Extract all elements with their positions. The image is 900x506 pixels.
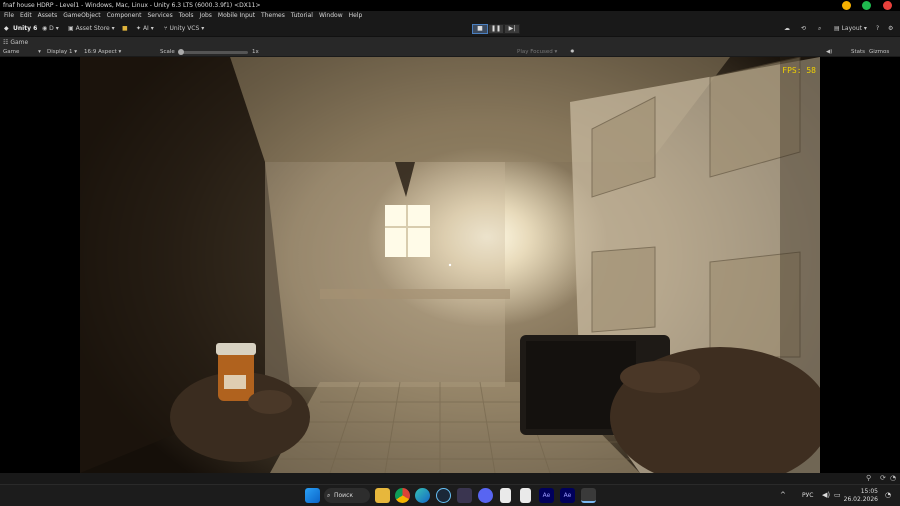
gamepad-icon: ☷ — [3, 39, 9, 46]
clock-time: 15:05 — [860, 488, 878, 495]
clock[interactable]: 15:05 26.02.2026 — [844, 488, 878, 504]
chrome-icon[interactable] — [395, 488, 410, 503]
menu-item-edit[interactable]: Edit — [17, 11, 35, 21]
taskbar-search-label: Поиск — [334, 492, 354, 499]
display-dropdown[interactable]: Display 1 ▾ — [47, 48, 77, 57]
scale-value: 1x — [252, 49, 259, 55]
ai-label: AI — [142, 25, 149, 32]
game-scene — [80, 57, 820, 473]
after-effects-icon[interactable]: Ae — [539, 488, 554, 503]
document-icon[interactable] — [500, 488, 511, 503]
window-title: fnaf house HDRP - Level1 - Windows, Mac,… — [3, 2, 261, 9]
ai-dropdown[interactable]: ✦ AI ▾ — [136, 21, 154, 37]
fps-counter: FPS: 58 — [782, 66, 816, 75]
search-icon: ⌕ — [327, 492, 331, 499]
menu-item-jobs[interactable]: Jobs — [197, 11, 215, 21]
menu-item-assets[interactable]: Assets — [35, 11, 61, 21]
document-icon-2[interactable] — [520, 488, 531, 503]
windows-taskbar: ⌕ Поиск Ae Ae ^ РУС ◀) ▭ 15:05 26.02.202… — [0, 484, 900, 506]
menu-item-services[interactable]: Services — [144, 11, 175, 21]
unity-hub-icon[interactable] — [581, 488, 596, 503]
language-indicator[interactable]: РУС — [802, 492, 813, 499]
discord-icon[interactable] — [478, 488, 493, 503]
display-label: Display 1 — [47, 49, 73, 55]
menu-item-component[interactable]: Component — [104, 11, 145, 21]
close-button[interactable] — [883, 1, 892, 10]
unity-vcs-button[interactable]: ⑂ Unity VCS ▾ — [164, 21, 204, 37]
play-focused-dropdown[interactable]: Play Focused ▾ — [517, 48, 557, 57]
layout-dropdown[interactable]: ▤ Layout ▾ — [834, 21, 867, 37]
minimize-button[interactable] — [842, 1, 851, 10]
folder-icon[interactable]: ■ — [122, 21, 128, 37]
mute-audio-icon[interactable]: ◀) — [826, 48, 832, 57]
gizmos-button[interactable]: Gizmos — [869, 48, 889, 57]
clock-date: 26.02.2026 — [843, 496, 878, 503]
settings-icon[interactable]: ⚙ — [888, 21, 893, 37]
menu-item-themes[interactable]: Themes — [258, 11, 288, 21]
main-toolbar: ◆ Unity 6 ◉ D ▾ ▣ Asset Store ▾ ■ ✦ AI ▾… — [0, 21, 900, 37]
asset-store-label: Asset Store — [75, 25, 110, 32]
taskbar-search-box[interactable]: ⌕ Поиск — [324, 488, 370, 503]
debug-icon[interactable]: ⚲ — [866, 474, 871, 482]
after-effects-icon-2[interactable]: Ae — [560, 488, 575, 503]
account-label: D — [49, 25, 54, 32]
editor-status-bar: ⚲ ⟳ ◔ — [0, 473, 900, 484]
cache-icon[interactable]: ⟳ — [880, 474, 886, 482]
windows-start-icon[interactable] — [305, 488, 320, 503]
chevron-down-icon: ▾ — [38, 49, 41, 55]
play-button[interactable]: ■ — [472, 24, 488, 34]
scale-slider[interactable] — [178, 49, 248, 55]
step-button[interactable]: ▶| — [504, 24, 520, 34]
scale-slider-handle[interactable] — [178, 49, 184, 55]
unity-version-label[interactable]: Unity 6 — [13, 21, 37, 37]
unity-logo-icon: ◆ — [4, 25, 9, 32]
pause-button[interactable]: ❚❚ — [488, 24, 504, 34]
menu-item-gameobject[interactable]: GameObject — [60, 11, 103, 21]
game-view-toolbar: Game ▾ Display 1 ▾ 16:9 Aspect ▾ Scale 1… — [0, 48, 900, 57]
game-render[interactable]: FPS: 58 — [80, 57, 820, 473]
game-viewport[interactable]: FPS: 58 — [0, 57, 900, 473]
settings-icon[interactable]: ✹ — [570, 48, 575, 57]
layout-label: Layout — [841, 25, 862, 32]
volume-icon[interactable]: ◀) — [822, 491, 830, 499]
aspect-dropdown[interactable]: 16:9 Aspect ▾ — [84, 48, 121, 57]
notifications-icon[interactable]: ◔ — [890, 474, 896, 482]
notification-bell-icon[interactable]: ◔ — [885, 491, 891, 499]
search-icon[interactable]: ⌕ — [818, 21, 821, 37]
edge-icon[interactable] — [415, 488, 430, 503]
panel-tab-row: ☷ Game — [0, 37, 900, 48]
play-focused-label: Play Focused — [517, 49, 553, 55]
window-title-bar: fnaf house HDRP - Level1 - Windows, Mac,… — [0, 0, 900, 11]
menu-item-tools[interactable]: Tools — [176, 11, 197, 21]
menu-item-help[interactable]: Help — [346, 11, 366, 21]
account-dropdown[interactable]: ◉ D ▾ — [42, 21, 59, 37]
unity-vcs-label: Unity VCS — [169, 25, 200, 32]
view-mode-label: Game — [3, 49, 20, 55]
game-tab-label: Game — [10, 39, 29, 46]
asset-store-button[interactable]: ▣ Asset Store ▾ — [68, 21, 115, 37]
aspect-label: 16:9 Aspect — [84, 49, 117, 55]
game-tab[interactable]: ☷ Game — [3, 37, 28, 48]
tray-chevron-icon[interactable]: ^ — [780, 491, 786, 499]
maximize-button[interactable] — [862, 1, 871, 10]
file-explorer-icon[interactable] — [375, 488, 390, 503]
stats-button[interactable]: Stats — [851, 48, 865, 57]
help-icon[interactable]: ? — [876, 21, 879, 37]
menu-item-mobile-input[interactable]: Mobile Input — [215, 11, 258, 21]
menu-item-window[interactable]: Window — [316, 11, 346, 21]
steam-icon[interactable] — [436, 488, 451, 503]
view-mode-dropdown[interactable]: Game ▾ — [3, 48, 41, 57]
menu-item-tutorial[interactable]: Tutorial — [288, 11, 316, 21]
menu-item-file[interactable]: File — [0, 11, 17, 21]
battery-icon[interactable]: ▭ — [834, 491, 841, 499]
cloud-icon[interactable]: ☁ — [784, 21, 790, 37]
menu-bar: File Edit Assets GameObject Component Service… — [0, 11, 900, 21]
scale-label: Scale — [160, 49, 175, 55]
affinity-icon[interactable] — [457, 488, 472, 503]
history-icon[interactable]: ⟲ — [801, 21, 806, 37]
